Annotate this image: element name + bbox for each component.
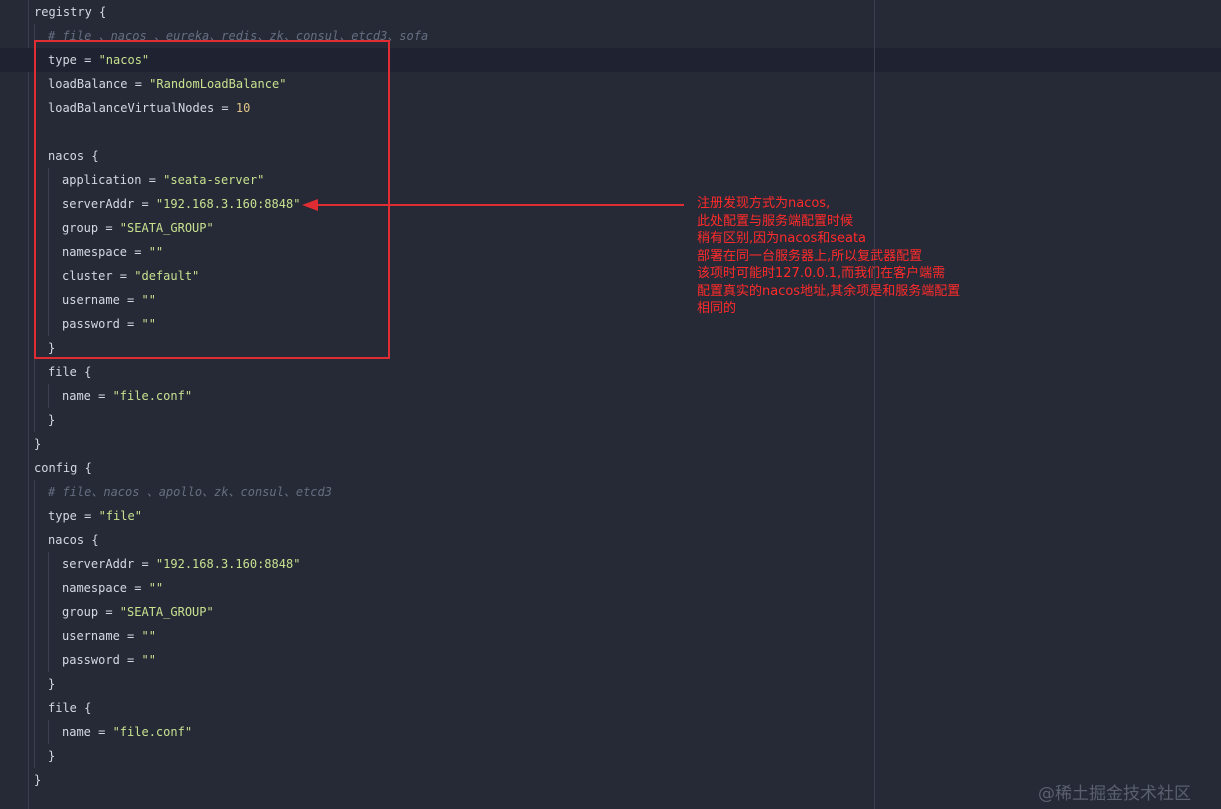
annotation-arrow [302,199,684,211]
annotation-line: 相同的 [697,301,737,316]
annotation-line: 配置真实的nacos地址,其余项是和服务端配置 [697,283,961,299]
annotation-line: 注册发现方式为nacos, [697,196,831,211]
annotation-line: 稍有区别,因为nacos和seata [697,231,867,246]
annotation-line: 此处配置与服务端配置时候 [697,213,854,229]
annotation-note: 注册发现方式为nacos, 此处配置与服务端配置时候 稍有区别,因为nacos和se… [697,195,1017,318]
watermark: @稀土掘金技术社区 [1038,784,1191,804]
annotation-line: 部署在同一台服务器上,所以复武器配置 [697,248,923,264]
annotation-line: 该项时可能时127.0.0.1,而我们在客户端需 [697,266,946,281]
